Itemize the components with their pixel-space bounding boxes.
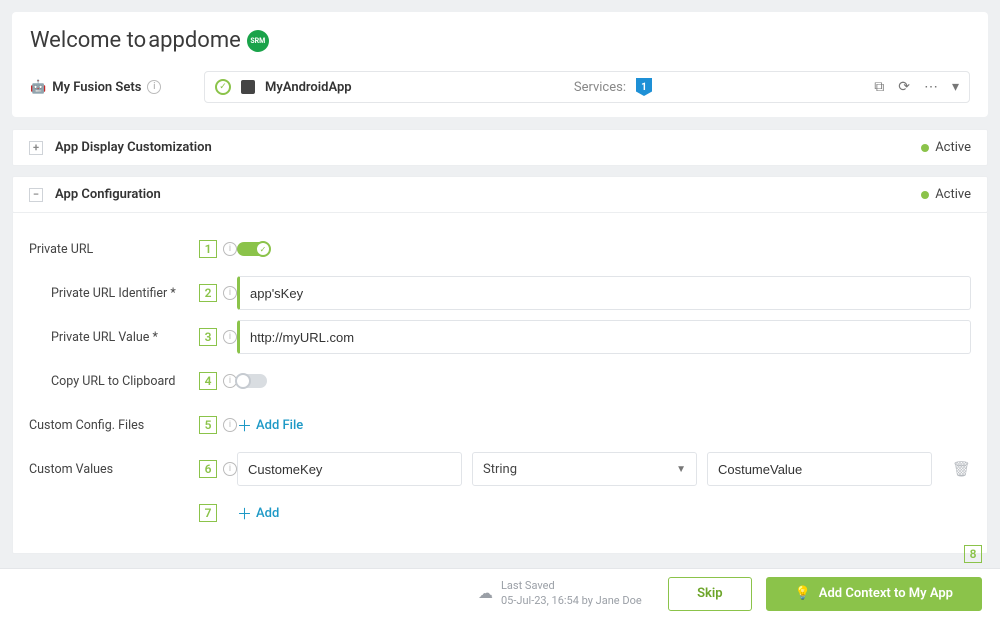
add-file-button[interactable]: ＋ Add File: [237, 415, 303, 436]
collapse-icon[interactable]: −: [29, 188, 43, 202]
info-icon[interactable]: i: [223, 286, 237, 300]
label-custom-config-files: Custom Config. Files: [29, 418, 199, 433]
annotation-5: 5: [199, 416, 217, 434]
header-card: Welcome to appdome SRM 🤖 My Fusion Sets …: [12, 12, 988, 117]
section-status: Active: [935, 140, 971, 155]
row-custom-values-add: 7 ＋ Add: [29, 491, 971, 535]
plus-icon: ＋: [237, 503, 252, 524]
annotation-7: 7: [199, 504, 217, 522]
label-private-url: Private URL: [29, 242, 199, 257]
section-app-configuration[interactable]: − App Configuration Active: [12, 176, 988, 213]
app-platform-icon: [241, 80, 255, 94]
refresh-icon[interactable]: ⟳: [898, 79, 910, 95]
section-title: App Configuration: [55, 187, 161, 202]
android-icon: 🤖: [30, 80, 46, 95]
annotation-3: 3: [199, 328, 217, 346]
fusion-sets-label: 🤖 My Fusion Sets i: [30, 80, 190, 95]
row-private-url-identifier: Private URL Identifier * 2 i: [29, 271, 971, 315]
label-private-url-identifier: Private URL Identifier *: [29, 286, 199, 301]
private-url-value-input[interactable]: [237, 320, 971, 354]
private-url-toggle[interactable]: ✓: [237, 242, 267, 256]
brand-logo-icon: SRM: [247, 30, 269, 52]
annotation-1: 1: [199, 240, 217, 258]
lightbulb-icon: 💡: [795, 586, 811, 601]
row-private-url-value: Private URL Value * 3 i: [29, 315, 971, 359]
row-copy-url: Copy URL to Clipboard 4 i: [29, 359, 971, 403]
welcome-title: Welcome to appdome SRM: [30, 28, 970, 53]
last-saved-info: ☁ Last Saved 05-Jul-23, 16:54 by Jane Do…: [478, 579, 642, 608]
services-count-badge: 1: [636, 78, 652, 96]
chevron-down-icon: ▼: [676, 464, 686, 475]
app-bar-toolbar: ⧉ ⟳ ⋯ ▾: [874, 79, 959, 95]
custom-value-key-input[interactable]: [237, 452, 462, 486]
section-status: Active: [935, 187, 971, 202]
custom-value-type-select[interactable]: String ▼: [472, 452, 697, 486]
section-app-display-customization[interactable]: + App Display Customization Active: [12, 129, 988, 166]
app-selector-bar[interactable]: ✓ MyAndroidApp Services: 1 ⧉ ⟳ ⋯ ▾: [204, 71, 970, 103]
status-dot-icon: [921, 144, 929, 152]
status-dot-icon: [921, 191, 929, 199]
info-icon[interactable]: i: [223, 418, 237, 432]
copy-url-toggle[interactable]: [237, 374, 267, 388]
row-custom-config-files: Custom Config. Files 5 i ＋ Add File: [29, 403, 971, 447]
annotation-2: 2: [199, 284, 217, 302]
section-title: App Display Customization: [55, 140, 212, 155]
label-copy-url: Copy URL to Clipboard: [29, 374, 199, 389]
private-url-identifier-input[interactable]: [237, 276, 971, 310]
info-icon[interactable]: i: [223, 242, 237, 256]
fusion-row: 🤖 My Fusion Sets i ✓ MyAndroidApp Servic…: [30, 71, 970, 103]
footer-bar: 8 ☁ Last Saved 05-Jul-23, 16:54 by Jane …: [0, 568, 1000, 618]
label-custom-values: Custom Values: [29, 462, 199, 477]
custom-value-value-input[interactable]: [707, 452, 932, 486]
annotation-4: 4: [199, 372, 217, 390]
welcome-prefix: Welcome to: [30, 28, 146, 53]
check-circle-icon: ✓: [215, 79, 231, 95]
more-icon[interactable]: ⋯: [924, 79, 938, 95]
label-private-url-value: Private URL Value *: [29, 330, 199, 345]
row-custom-values: Custom Values 6 i String ▼ 🗑: [29, 447, 971, 491]
services-label: Services:: [574, 80, 626, 95]
row-private-url: Private URL 1 i ✓: [29, 227, 971, 271]
info-icon[interactable]: i: [223, 330, 237, 344]
add-custom-value-button[interactable]: ＋ Add: [237, 503, 279, 524]
delete-row-icon[interactable]: 🗑: [942, 460, 971, 478]
brand-name: appdome: [148, 28, 241, 53]
annotation-6: 6: [199, 460, 217, 478]
add-context-button[interactable]: 💡 Add Context to My App: [766, 577, 982, 611]
plus-icon: ＋: [237, 415, 252, 436]
copy-icon[interactable]: ⧉: [874, 79, 884, 95]
app-name: MyAndroidApp: [265, 80, 352, 95]
expand-icon[interactable]: +: [29, 141, 43, 155]
info-icon[interactable]: i: [147, 80, 161, 94]
skip-button[interactable]: Skip: [668, 577, 752, 611]
info-icon[interactable]: i: [223, 462, 237, 476]
cloud-icon: ☁: [478, 584, 493, 604]
chevron-down-icon[interactable]: ▾: [952, 79, 959, 95]
annotation-8: 8: [964, 545, 982, 563]
app-configuration-body: Private URL 1 i ✓ Private URL Identifier…: [12, 213, 988, 554]
